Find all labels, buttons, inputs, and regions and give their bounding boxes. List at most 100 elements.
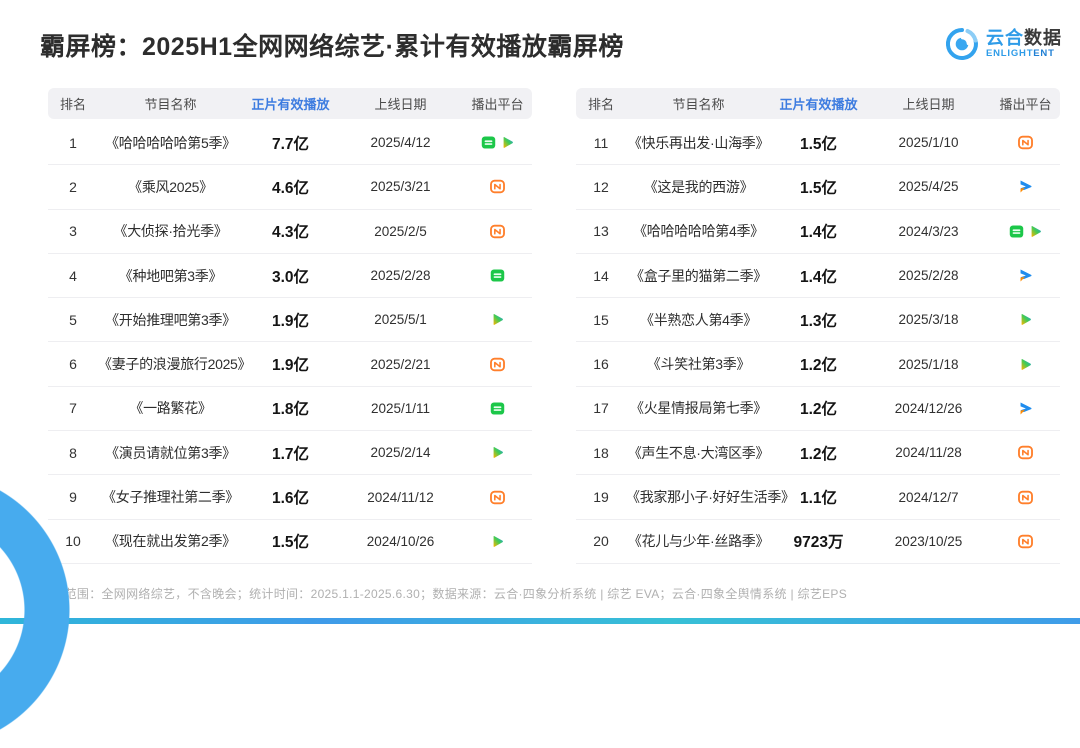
platform-cell (463, 489, 532, 506)
column-header-0: 排名 (576, 94, 626, 113)
mango-icon (489, 356, 506, 373)
launch-date-cell: 2025/4/25 (866, 179, 991, 194)
plays-value-cell: 4.6亿 (243, 176, 338, 198)
rank-cell: 13 (576, 223, 626, 239)
column-header-0: 排名 (48, 94, 98, 113)
rank-cell: 17 (576, 400, 626, 416)
platform-cell (463, 267, 532, 284)
table-row: 10《现在就出发第2季》1.5亿2024/10/26 (48, 520, 532, 564)
table-row: 11《快乐再出发·山海季》1.5亿2025/1/10 (576, 121, 1060, 165)
plays-value-cell: 1.4亿 (771, 265, 866, 287)
show-name-cell: 《盒子里的猫第二季》 (626, 266, 771, 286)
mango-icon (489, 223, 506, 240)
rank-cell: 1 (48, 135, 98, 151)
plays-value-cell: 1.9亿 (243, 309, 338, 331)
platform-cell (991, 267, 1060, 284)
plays-value-cell: 1.5亿 (771, 132, 866, 154)
show-name-cell: 《开始推理吧第3季》 (98, 310, 243, 330)
platform-cell (463, 311, 532, 328)
show-name-cell: 《现在就出发第2季》 (98, 531, 243, 551)
platform-cell (991, 223, 1060, 240)
plays-value-cell: 4.3亿 (243, 220, 338, 242)
ranking-table-left: 排名节目名称正片有效播放上线日期播出平台 1《哈哈哈哈哈第5季》7.7亿 2025/… (48, 88, 532, 564)
platform-cell (463, 178, 532, 195)
rank-cell: 3 (48, 223, 98, 239)
rank-cell: 11 (576, 135, 626, 151)
table-row: 14《盒子里的猫第二季》1.4亿2025/2/28 (576, 254, 1060, 298)
show-name-cell: 《哈哈哈哈哈第5季》 (98, 133, 243, 153)
table-row: 6《妻子的浪漫旅行2025》1.9亿2025/2/21 (48, 342, 532, 386)
launch-date-cell: 2025/1/10 (866, 135, 991, 150)
rank-cell: 19 (576, 489, 626, 505)
table-row: 2《乘风2025》4.6亿2025/3/21 (48, 165, 532, 209)
plays-value-cell: 1.4亿 (771, 220, 866, 242)
launch-date-cell: 2025/1/18 (866, 357, 991, 372)
tencent-icon (1017, 356, 1034, 373)
launch-date-cell: 2024/3/23 (866, 224, 991, 239)
table-row: 16《斗笑社第3季》1.2亿2025/1/18 (576, 342, 1060, 386)
plays-value-cell: 7.7亿 (243, 132, 338, 154)
iqiyi-icon (480, 134, 497, 151)
launch-date-cell: 2023/10/25 (866, 534, 991, 549)
plays-value-cell: 1.1亿 (771, 486, 866, 508)
ranking-tables: 排名节目名称正片有效播放上线日期播出平台 1《哈哈哈哈哈第5季》7.7亿 2025/… (48, 88, 1060, 564)
platform-cell (463, 533, 532, 550)
tencent-icon (489, 533, 506, 550)
plays-value-cell: 1.8亿 (243, 397, 338, 419)
platform-cell (463, 400, 532, 417)
show-name-cell: 《半熟恋人第4季》 (626, 310, 771, 330)
table-header-row: 排名节目名称正片有效播放上线日期播出平台 (48, 88, 532, 119)
column-header-1: 节目名称 (98, 94, 243, 113)
rank-cell: 8 (48, 445, 98, 461)
launch-date-cell: 2025/3/21 (338, 179, 463, 194)
show-name-cell: 《大侦探·拾光季》 (98, 221, 243, 241)
platform-cell (991, 489, 1060, 506)
mango-icon (1017, 134, 1034, 151)
mango-icon (489, 489, 506, 506)
launch-date-cell: 2025/3/18 (866, 312, 991, 327)
table-header-row: 排名节目名称正片有效播放上线日期播出平台 (576, 88, 1060, 119)
platform-cell (463, 444, 532, 461)
launch-date-cell: 2025/2/14 (338, 445, 463, 460)
iqiyi-icon (1008, 223, 1025, 240)
show-name-cell: 《一路繁花》 (98, 398, 243, 418)
table-row: 19《我家那小子·好好生活季》1.1亿2024/12/7 (576, 475, 1060, 519)
plays-value-cell: 1.9亿 (243, 353, 338, 375)
rank-cell: 16 (576, 356, 626, 372)
column-header-2: 正片有效播放 (243, 94, 338, 113)
launch-date-cell: 2025/2/28 (338, 268, 463, 283)
show-name-cell: 《斗笑社第3季》 (626, 354, 771, 374)
logo-cn-secondary: 数据 (1024, 28, 1062, 48)
rank-cell: 15 (576, 312, 626, 328)
logo-en-primary: ENLIGHT (986, 48, 1033, 59)
table-row: 20《花儿与少年·丝路季》9723万2023/10/25 (576, 520, 1060, 564)
mango-icon (1017, 489, 1034, 506)
table-row: 8《演员请就位第3季》1.7亿2025/2/14 (48, 431, 532, 475)
plays-value-cell: 1.3亿 (771, 309, 866, 331)
rank-cell: 14 (576, 268, 626, 284)
plays-value-cell: 1.7亿 (243, 442, 338, 464)
column-header-4: 播出平台 (463, 94, 532, 113)
platform-cell (991, 178, 1060, 195)
table-row: 13《哈哈哈哈哈第4季》1.4亿2024/3/23 (576, 210, 1060, 254)
footer-note: 统计范围：全网网络综艺，不含晚会；统计时间：2025.1.1-2025.6.30… (40, 585, 847, 602)
plays-value-cell: 1.5亿 (771, 176, 866, 198)
mango-icon (489, 178, 506, 195)
launch-date-cell: 2025/1/11 (338, 401, 463, 416)
show-name-cell: 《我家那小子·好好生活季》 (626, 487, 771, 507)
launch-date-cell: 2025/2/21 (338, 357, 463, 372)
youku-icon (1017, 267, 1034, 284)
show-name-cell: 《火星情报局第七季》 (626, 398, 771, 418)
plays-value-cell: 1.5亿 (243, 530, 338, 552)
rank-cell: 2 (48, 179, 98, 195)
show-name-cell: 《妻子的浪漫旅行2025》 (98, 354, 243, 374)
platform-cell (991, 533, 1060, 550)
rank-cell: 6 (48, 356, 98, 372)
show-name-cell: 《这是我的西游》 (626, 177, 771, 197)
launch-date-cell: 2025/5/1 (338, 312, 463, 327)
plays-value-cell: 1.2亿 (771, 353, 866, 375)
launch-date-cell: 2025/2/28 (866, 268, 991, 283)
iqiyi-icon (489, 267, 506, 284)
launch-date-cell: 2024/11/12 (338, 490, 463, 505)
report-canvas: 霸屏榜：2025H1全网网络综艺·累计有效播放霸屏榜 云合数据 ENLIGHTE… (0, 0, 1080, 624)
